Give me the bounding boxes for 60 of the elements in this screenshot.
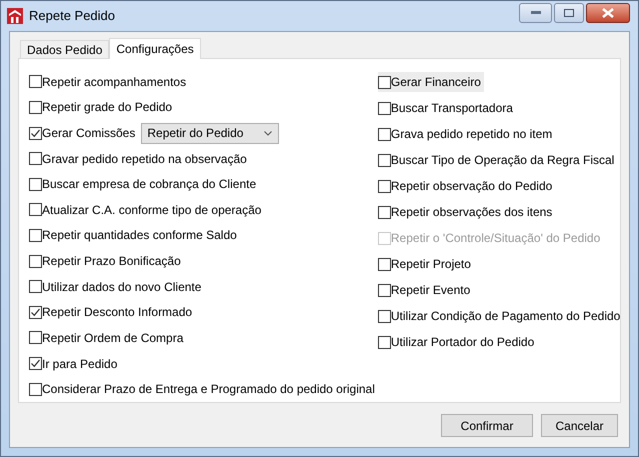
checkbox[interactable] bbox=[378, 102, 391, 114]
checkbox-label[interactable]: Buscar Transportadora bbox=[390, 99, 513, 117]
tab[interactable]: Dados Pedido bbox=[20, 40, 110, 58]
checkbox[interactable] bbox=[378, 180, 391, 192]
checkbox[interactable] bbox=[29, 357, 42, 370]
checkbox-label[interactable]: Repetir observação do Pedido bbox=[390, 177, 552, 195]
checkbox-label[interactable]: Utilizar Condição de Pagamento do Pedido bbox=[390, 307, 620, 325]
checkbox-label[interactable]: Repetir quantidades conforme Saldo bbox=[42, 226, 237, 244]
app-logo-icon bbox=[7, 8, 23, 24]
checkbox-label[interactable]: Buscar empresa de cobrança do Cliente bbox=[42, 175, 256, 194]
chevron-down-icon bbox=[264, 130, 272, 136]
checkbox-label[interactable]: Ir para Pedido bbox=[42, 354, 118, 372]
checkbox-label[interactable]: Repetir Ordem de Compra bbox=[42, 328, 184, 347]
checkbox-label[interactable]: Utilizar dados do novo Cliente bbox=[42, 278, 202, 296]
checkbox-label[interactable]: Repetir observações dos itens bbox=[390, 203, 552, 221]
checkbox[interactable] bbox=[29, 178, 42, 191]
checkbox[interactable] bbox=[29, 152, 42, 166]
checkbox-label[interactable]: Repetir Projeto bbox=[390, 255, 471, 273]
close-icon bbox=[602, 8, 614, 18]
checkbox-label[interactable]: Buscar Tipo de Operação da Regra Fiscal bbox=[390, 151, 614, 169]
checkbox-label[interactable]: Atualizar C.A. conforme tipo de operação bbox=[42, 200, 262, 219]
checkbox[interactable] bbox=[29, 331, 42, 344]
dropdown[interactable]: Repetir do Pedido bbox=[141, 122, 280, 144]
checkbox[interactable] bbox=[378, 336, 391, 348]
minimize-icon bbox=[530, 11, 540, 15]
checkbox[interactable] bbox=[378, 76, 391, 88]
checkbox[interactable] bbox=[29, 254, 42, 268]
checkbox[interactable] bbox=[29, 100, 42, 114]
checkbox[interactable] bbox=[378, 258, 391, 270]
checkbox-label[interactable]: Repetir grade do Pedido bbox=[42, 98, 172, 116]
checkbox[interactable] bbox=[378, 284, 391, 296]
checkbox-label[interactable]: Gerar Financeiro bbox=[390, 73, 481, 91]
window-title: Repete Pedido bbox=[29, 7, 116, 26]
checkbox-label[interactable]: Repetir Evento bbox=[390, 281, 470, 299]
checkbox[interactable] bbox=[378, 310, 391, 322]
checkbox[interactable] bbox=[29, 306, 42, 319]
checkbox-label[interactable]: Gerar Comissões bbox=[42, 124, 136, 142]
close-button[interactable] bbox=[586, 3, 630, 23]
checkbox[interactable] bbox=[29, 203, 42, 216]
dialog-button[interactable]: Confirmar bbox=[441, 414, 533, 437]
checkbox[interactable] bbox=[29, 75, 42, 88]
checkbox-label[interactable]: Gravar pedido repetido na observação bbox=[42, 150, 247, 168]
minimize-button[interactable] bbox=[519, 3, 552, 23]
checkbox[interactable] bbox=[378, 128, 391, 140]
checkbox-label[interactable]: Repetir Prazo Bonificação bbox=[42, 252, 181, 270]
checkbox[interactable] bbox=[378, 154, 391, 166]
checkbox-label[interactable]: Repetir Desconto Informado bbox=[42, 303, 192, 322]
checkbox-label[interactable]: Grava pedido repetido no item bbox=[390, 125, 552, 143]
tab[interactable]: Configurações bbox=[109, 38, 201, 59]
checkbox[interactable] bbox=[378, 206, 391, 218]
checkbox-label[interactable]: Considerar Prazo de Entrega e Programado do pedido original bbox=[42, 380, 375, 398]
checkbox-label[interactable]: Repetir acompanhamentos bbox=[42, 72, 186, 91]
checkbox[interactable] bbox=[29, 280, 42, 294]
dialog-button[interactable]: Cancelar bbox=[541, 414, 618, 437]
checkbox[interactable] bbox=[29, 126, 42, 140]
checkbox[interactable] bbox=[29, 382, 42, 396]
checkbox[interactable] bbox=[29, 228, 42, 242]
checkbox-label[interactable]: Utilizar Portador do Pedido bbox=[390, 333, 534, 351]
restore-icon bbox=[564, 9, 574, 17]
restore-button[interactable] bbox=[554, 3, 584, 23]
